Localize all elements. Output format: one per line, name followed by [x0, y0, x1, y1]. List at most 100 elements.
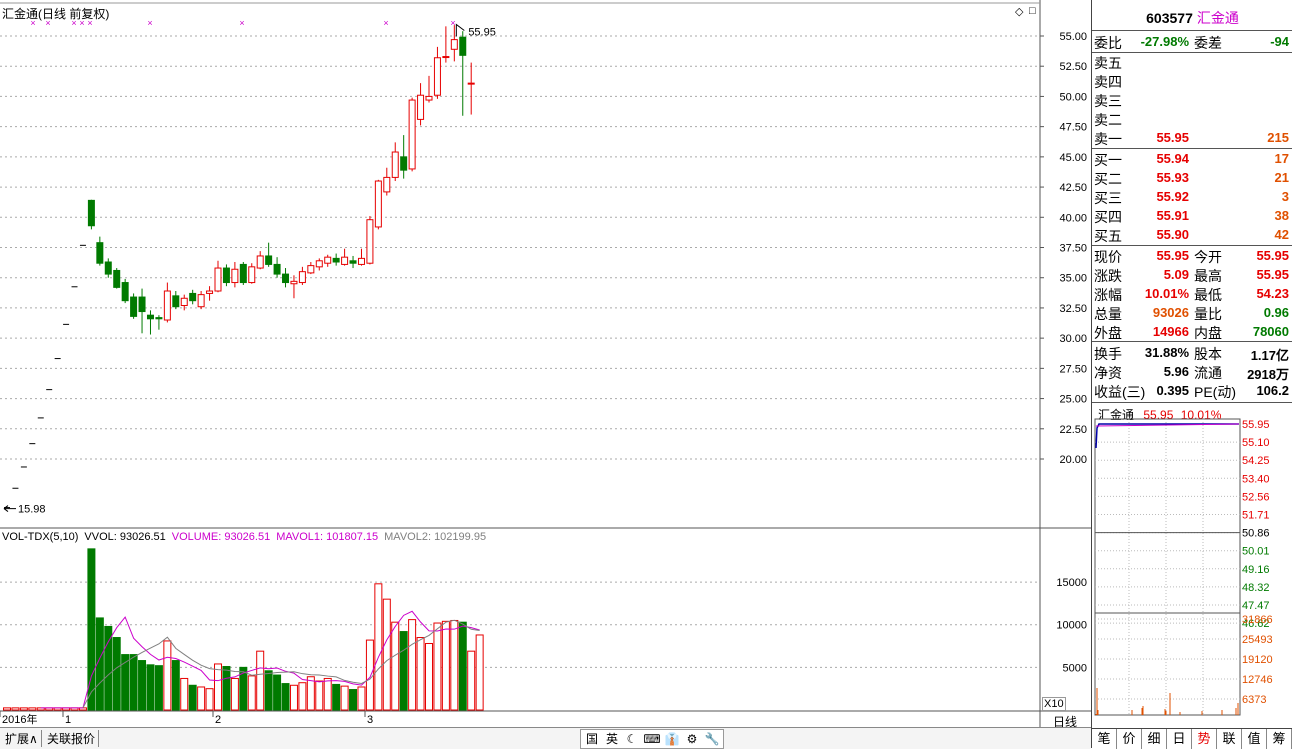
volume-bar — [306, 676, 315, 711]
stat-label: 最高 — [1194, 268, 1222, 284]
weibi-label: 委比 — [1094, 35, 1122, 51]
chart-title: 汇金通(日线 前复权) — [2, 7, 110, 21]
candle-up — [163, 290, 171, 321]
related-quotes-tab[interactable]: 关联报价 — [44, 730, 100, 747]
panel-tab-5[interactable]: 联 — [1217, 729, 1242, 749]
fund-label: 流通 — [1194, 365, 1222, 381]
min-price-label: 15.98 — [18, 504, 46, 516]
volume-bar — [357, 686, 366, 711]
fund-label: 股本 — [1194, 346, 1222, 362]
buy-level-volume: 3 — [1281, 189, 1289, 204]
stat-label: 量比 — [1194, 306, 1222, 322]
xaxis-label: 2016年 — [2, 712, 37, 726]
fund-label: 收益(三) — [1094, 384, 1146, 400]
volume-bar — [298, 682, 307, 711]
volume-bar — [146, 664, 155, 711]
mini-frame — [1094, 418, 1241, 716]
volume-bar — [340, 685, 349, 711]
candle-down — [222, 267, 230, 284]
fund-value: 2918万 — [1247, 367, 1289, 382]
candle-down — [96, 242, 104, 264]
volume-bar — [264, 670, 273, 711]
volume-bar — [247, 675, 256, 711]
candle-up — [383, 176, 391, 193]
buy-level-price: 55.91 — [1156, 208, 1189, 223]
wrench-icon[interactable]: 🔧 — [703, 730, 721, 748]
buy-level-label: 买四 — [1094, 209, 1122, 225]
panel-tab-3[interactable]: 日 — [1167, 729, 1192, 749]
candle-up — [248, 266, 256, 284]
stat-value: 78060 — [1252, 324, 1289, 339]
volume-bar — [138, 660, 147, 711]
sell-level-price: 55.95 — [1156, 130, 1189, 145]
volume-tick-label: 5000 — [1063, 662, 1087, 674]
stock-name[interactable]: 汇金通 — [1197, 10, 1239, 26]
panel-tab-7[interactable]: 筹 — [1267, 729, 1292, 749]
volume-bar — [441, 620, 450, 711]
candle-down — [332, 257, 340, 263]
buy-level-price: 55.92 — [1156, 189, 1189, 204]
stat-label: 涨跌 — [1094, 268, 1122, 284]
sell-level-label: 卖二 — [1094, 112, 1122, 128]
candle-down — [121, 282, 129, 302]
moon-icon[interactable]: ☾ — [623, 730, 641, 748]
main-chart[interactable]: × × × × × × × × × 55.0052.5050.0047.5045.0042.50… — [0, 0, 1091, 727]
volume-bar — [104, 625, 113, 711]
mini-price-label: 47.47 — [1242, 600, 1270, 612]
volume-bar — [425, 642, 433, 711]
volume-bar — [197, 686, 206, 711]
stat-label: 现价 — [1094, 249, 1122, 265]
mini-price-label: 50.86 — [1242, 528, 1270, 540]
fund-label: 换手 — [1094, 346, 1122, 362]
stat-label: 涨幅 — [1094, 287, 1122, 303]
intraday-mini-chart[interactable]: 55.95 55.10 54.25 53.40 52.56 51.71 50.86 50.01… — [1092, 418, 1292, 727]
buy-level-volume: 21 — [1274, 170, 1289, 185]
volume-tick-label: 10000 — [1056, 620, 1087, 632]
expand-tab[interactable]: 扩展∧ — [2, 730, 42, 747]
volume-bar — [188, 684, 197, 711]
candle-down — [113, 269, 121, 288]
price-tick-label: 52.50 — [1059, 61, 1087, 73]
panel-tab-4[interactable]: 势 — [1192, 729, 1217, 749]
stat-label: 内盘 — [1194, 325, 1222, 341]
buy-level-label: 买二 — [1094, 171, 1122, 187]
candle-down — [459, 36, 467, 56]
panel-tab-1[interactable]: 价 — [1117, 729, 1142, 749]
volume-bar — [323, 677, 332, 711]
volume-bar — [349, 689, 358, 711]
signal-mark: × — [239, 18, 244, 28]
buy-level-label: 买一 — [1094, 152, 1122, 168]
candle-up — [391, 151, 399, 178]
weicha-value: -94 — [1270, 34, 1289, 49]
panel-tab-6[interactable]: 值 — [1242, 729, 1267, 749]
mini-price-label: 49.16 — [1242, 564, 1270, 576]
volume-bar — [28, 707, 37, 711]
keyboard-icon[interactable]: ⌨ — [643, 730, 661, 748]
volume-indicator-name[interactable]: VOL-TDX(5,10) — [2, 531, 78, 543]
shirt-icon[interactable]: 👔 — [663, 730, 681, 748]
candle-down — [87, 199, 95, 227]
candle-down — [265, 255, 273, 265]
min-arrow — [3, 505, 16, 512]
signal-mark: × — [383, 18, 388, 28]
sell-level-label: 卖四 — [1094, 74, 1122, 90]
panel-tab-2[interactable]: 细 — [1142, 729, 1167, 749]
candle-up — [214, 267, 222, 292]
mini-price-label: 55.95 — [1242, 419, 1270, 431]
maximize-icon[interactable]: □ — [1029, 5, 1036, 17]
guo-button[interactable]: 国 — [583, 730, 601, 748]
fund-value: 1.17亿 — [1250, 348, 1289, 363]
candle-up — [298, 271, 306, 284]
gear-icon[interactable]: ⚙ — [683, 730, 701, 748]
xaxis-label: 1 — [65, 714, 71, 726]
fund-value: 0.395 — [1156, 383, 1189, 398]
candle-up — [366, 219, 374, 264]
diamond-icon[interactable]: ◇ — [1015, 5, 1023, 18]
mini-vol-label: 25493 — [1242, 634, 1273, 646]
english-button[interactable]: 英 — [603, 730, 621, 748]
mini-price-label: 50.01 — [1242, 546, 1270, 558]
x10-label[interactable]: X10 — [1042, 697, 1066, 711]
panel-tabs: 笔价细日势联值筹 — [1092, 728, 1292, 749]
panel-tab-0[interactable]: 笔 — [1092, 729, 1117, 749]
buy-level-label: 买三 — [1094, 190, 1122, 206]
